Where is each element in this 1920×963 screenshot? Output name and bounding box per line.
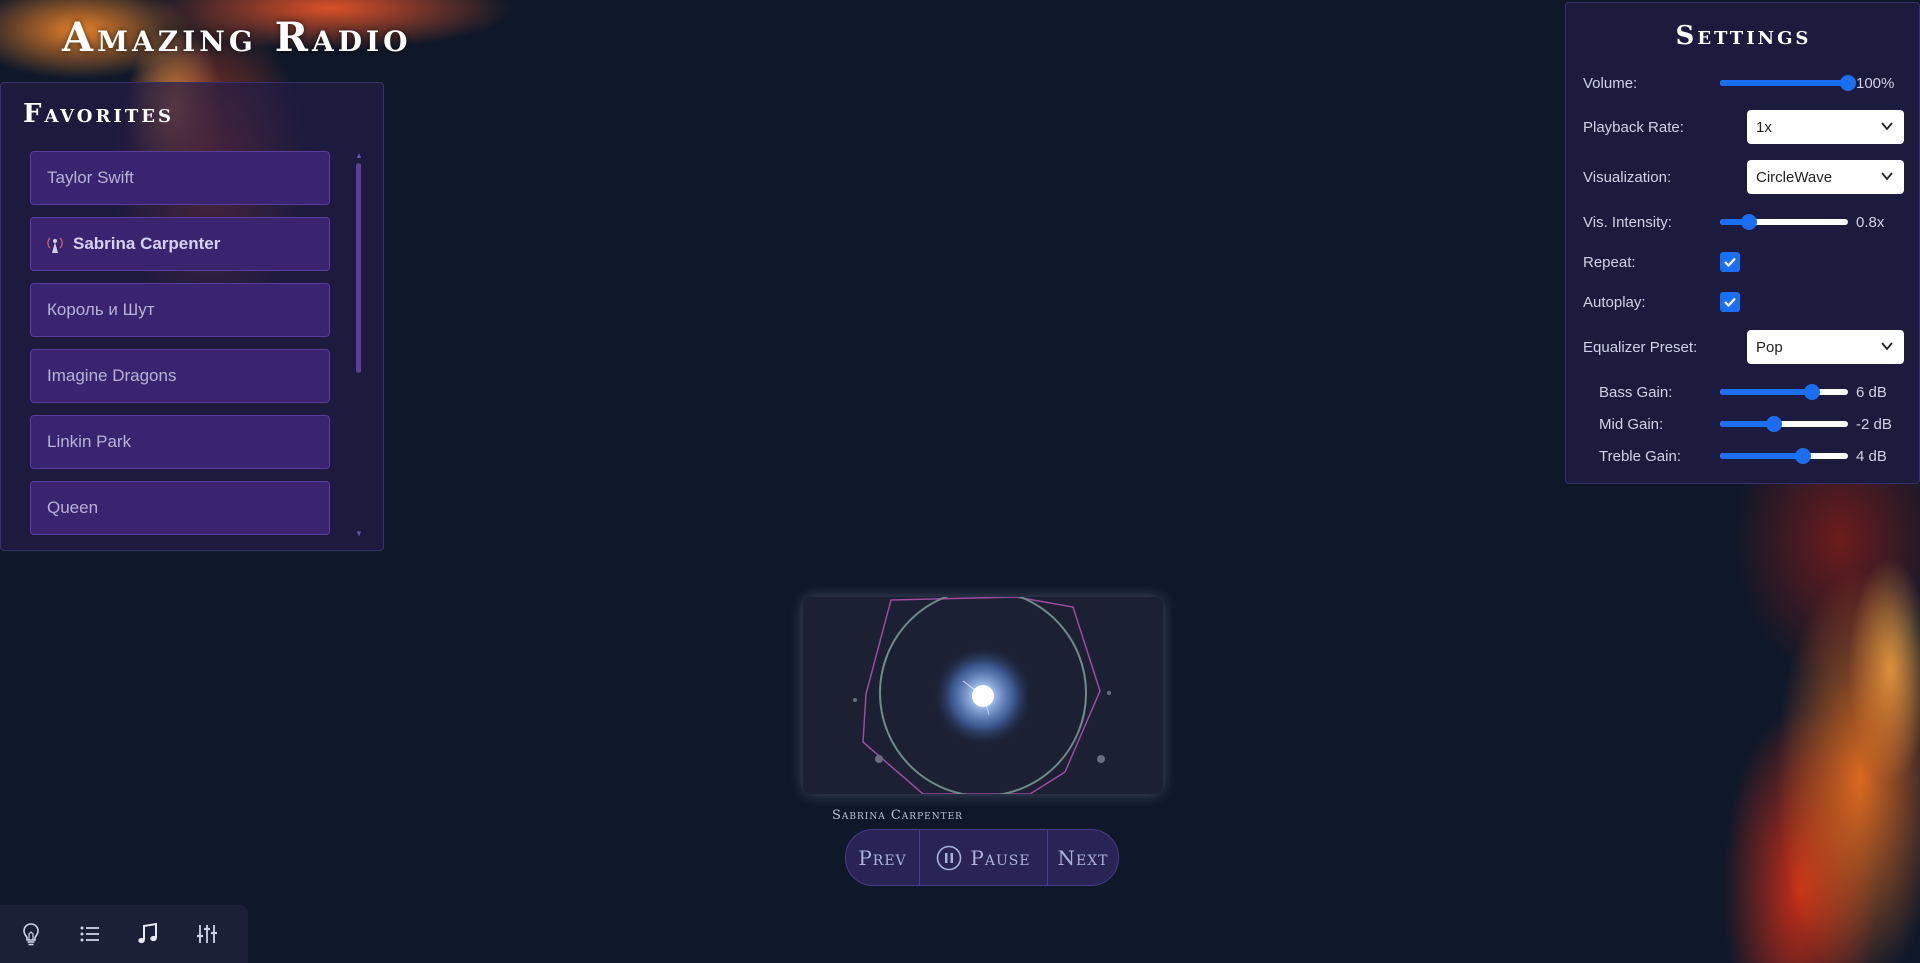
fire-background-bottom-right: [1560, 420, 1920, 963]
treble-gain-slider-knob[interactable]: [1795, 448, 1812, 464]
volume-slider[interactable]: [1720, 75, 1856, 91]
favorite-item-imagine-dragons[interactable]: Imagine Dragons: [30, 349, 330, 403]
player-controls: Prev Pause Next: [845, 829, 1119, 886]
visualization-value: CircleWave: [1756, 168, 1833, 186]
checkmark-icon: [1724, 257, 1736, 268]
next-button-label: Next: [1057, 845, 1109, 870]
settings-title: Settings: [1675, 21, 1812, 51]
lightbulb-button[interactable]: [14, 905, 73, 963]
mid-gain-row: Mid Gain: -2 dB: [1583, 408, 1913, 440]
visualization-label: Visualization:: [1583, 168, 1672, 186]
center-dot: [972, 685, 994, 707]
list-icon: [80, 926, 99, 942]
vis-intensity-value: 0.8x: [1856, 213, 1885, 231]
favorite-item-label: Король и Шут: [47, 300, 155, 319]
playback-rate-select[interactable]: 1x: [1747, 110, 1904, 144]
autoplay-row: Autoplay:: [1583, 286, 1913, 318]
mid-gain-value: -2 dB: [1856, 415, 1892, 433]
equalizer-preset-row: Equalizer Preset: Pop: [1583, 330, 1913, 364]
favorite-item-taylor-swift[interactable]: Taylor Swift: [30, 151, 330, 205]
playback-rate-value: 1x: [1756, 118, 1772, 136]
app-title: Amazing Radio: [62, 14, 412, 61]
repeat-checkbox[interactable]: [1720, 252, 1740, 272]
equalizer-preset-select[interactable]: Pop: [1747, 330, 1904, 364]
favorite-item-korol-i-shut[interactable]: Король и Шут: [30, 283, 330, 337]
treble-gain-label: Treble Gain:: [1599, 447, 1681, 465]
vis-intensity-slider-knob[interactable]: [1741, 214, 1758, 230]
autoplay-label: Autoplay:: [1583, 293, 1646, 311]
mid-gain-label: Mid Gain:: [1599, 415, 1664, 433]
favorite-item-linkin-park[interactable]: Linkin Park: [30, 415, 330, 469]
bass-gain-label: Bass Gain:: [1599, 383, 1673, 401]
mid-gain-slider[interactable]: [1720, 416, 1848, 432]
volume-slider-knob[interactable]: [1840, 75, 1856, 91]
pause-button[interactable]: Pause: [920, 830, 1048, 885]
visualization-select[interactable]: CircleWave: [1747, 160, 1904, 194]
volume-value: 100%: [1856, 74, 1895, 92]
prev-button[interactable]: Prev: [846, 830, 920, 885]
equalizer-preset-label: Equalizer Preset:: [1583, 338, 1698, 356]
music-note-icon: [138, 922, 157, 944]
next-button[interactable]: Next: [1048, 830, 1118, 885]
sliders-icon: [196, 925, 217, 943]
bass-gain-row: Bass Gain: 6 dB: [1583, 376, 1913, 408]
favorites-list: Taylor Swift Sabrina Carpenter Король и …: [30, 151, 330, 547]
bass-gain-value: 6 dB: [1856, 383, 1887, 401]
scroll-up-icon[interactable]: ▲: [355, 151, 363, 160]
autoplay-checkbox[interactable]: [1720, 292, 1740, 312]
music-button[interactable]: [131, 905, 190, 963]
scroll-down-icon[interactable]: ▼: [355, 529, 363, 538]
settings-panel: Settings Volume: 100% Playback Rate: 1x …: [1565, 2, 1920, 484]
volume-label: Volume:: [1583, 74, 1638, 92]
favorite-item-label: Taylor Swift: [47, 168, 134, 187]
radio-tower-icon: [45, 233, 65, 255]
treble-gain-slider[interactable]: [1720, 448, 1848, 464]
treble-gain-row: Treble Gain: 4 dB: [1583, 440, 1913, 472]
lightbulb-icon: [23, 923, 39, 946]
visualizer-canvas: [803, 597, 1163, 794]
chevron-down-icon: [1881, 172, 1893, 181]
vis-intensity-label: Vis. Intensity:: [1583, 213, 1672, 231]
chevron-down-icon: [1881, 122, 1893, 131]
list-button[interactable]: [73, 905, 132, 963]
repeat-label: Repeat:: [1583, 253, 1636, 271]
chevron-down-icon: [1881, 342, 1893, 351]
pause-icon: [937, 845, 962, 870]
vis-intensity-row: Vis. Intensity: 0.8x: [1583, 206, 1913, 238]
playback-rate-label: Playback Rate:: [1583, 118, 1684, 136]
bottom-toolbar: [0, 905, 248, 963]
settings-sliders-button[interactable]: [190, 905, 249, 963]
now-playing-title: Sabrina Carpenter: [832, 808, 963, 823]
visualization-row: Visualization: CircleWave: [1583, 160, 1913, 194]
favorite-item-label: Queen: [47, 498, 99, 517]
favorites-panel: Favorites Taylor Swift Sabrina Carpenter…: [0, 82, 384, 551]
favorite-item-label: Sabrina Carpenter: [73, 234, 221, 253]
repeat-row: Repeat:: [1583, 246, 1913, 278]
prev-button-label: Prev: [858, 845, 907, 870]
volume-row: Volume: 100%: [1583, 67, 1913, 99]
pause-button-label: Pause: [970, 845, 1031, 870]
favorite-item-label: Linkin Park: [47, 432, 132, 451]
bass-gain-slider-knob[interactable]: [1804, 384, 1821, 400]
mid-gain-slider-knob[interactable]: [1765, 416, 1782, 432]
playback-rate-row: Playback Rate: 1x: [1583, 110, 1913, 144]
equalizer-preset-value: Pop: [1756, 338, 1783, 356]
scrollbar-thumb[interactable]: [356, 163, 361, 373]
favorites-title: Favorites: [23, 99, 174, 129]
favorite-item-queen[interactable]: Queen: [30, 481, 330, 535]
favorite-item-sabrina-carpenter[interactable]: Sabrina Carpenter: [30, 217, 330, 271]
favorite-item-label: Imagine Dragons: [47, 366, 177, 385]
bass-gain-slider[interactable]: [1720, 384, 1848, 400]
favorites-scrollbar[interactable]: ▲ ▼: [355, 151, 363, 538]
circle-wave-visualization: [853, 597, 1111, 794]
checkmark-icon: [1724, 297, 1736, 308]
treble-gain-value: 4 dB: [1856, 447, 1887, 465]
vis-intensity-slider[interactable]: [1720, 214, 1848, 230]
